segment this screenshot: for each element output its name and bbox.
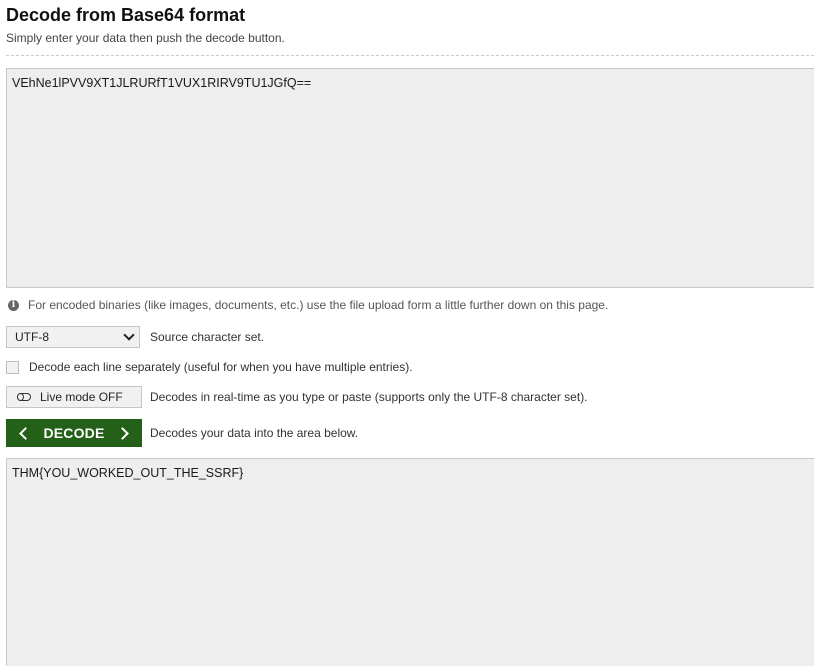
toggle-off-icon xyxy=(17,392,31,401)
info-text: For encoded binaries (like images, docum… xyxy=(28,298,609,312)
chevron-right-icon xyxy=(116,426,129,440)
decode-row: DECODE Decodes your data into the area b… xyxy=(6,419,358,447)
live-mode-label: Live mode OFF xyxy=(40,390,123,404)
decode-each-line-label[interactable]: Decode each line separately (useful for … xyxy=(29,360,413,374)
input-textarea[interactable]: VEhNe1lPVV9XT1JLRURfT1VUX1RIRV9TU1JGfQ== xyxy=(6,68,814,288)
decode-description: Decodes your data into the area below. xyxy=(150,426,359,440)
output-textarea[interactable]: THM{YOU_WORKED_OUT_THE_SSRF} xyxy=(6,458,814,666)
decode-each-line-checkbox[interactable] xyxy=(6,360,19,374)
info-icon: i xyxy=(8,299,19,311)
live-mode-description: Decodes in real-time as you type or past… xyxy=(150,390,588,404)
decode-each-line-row: Decode each line separately (useful for … xyxy=(6,359,413,375)
info-note: i For encoded binaries (like images, doc… xyxy=(8,297,608,313)
header-divider xyxy=(6,55,814,56)
page-subtitle: Simply enter your data then push the dec… xyxy=(6,31,285,45)
chevron-down-icon xyxy=(123,329,135,341)
decode-button-label: DECODE xyxy=(43,425,105,441)
live-mode-button[interactable]: Live mode OFF xyxy=(6,386,142,408)
charset-selected-value: UTF-8 xyxy=(15,330,49,344)
live-mode-row: Live mode OFF Decodes in real-time as yo… xyxy=(6,386,588,408)
decode-button[interactable]: DECODE xyxy=(6,419,142,447)
charset-select[interactable]: UTF-8 xyxy=(6,326,140,348)
charset-label: Source character set. xyxy=(150,330,265,344)
chevron-left-icon xyxy=(19,426,32,440)
page-title: Decode from Base64 format xyxy=(6,5,246,25)
charset-row: UTF-8 Source character set. xyxy=(6,326,264,348)
base64-decode-page: Decode from Base64 format Simply enter y… xyxy=(0,0,814,666)
